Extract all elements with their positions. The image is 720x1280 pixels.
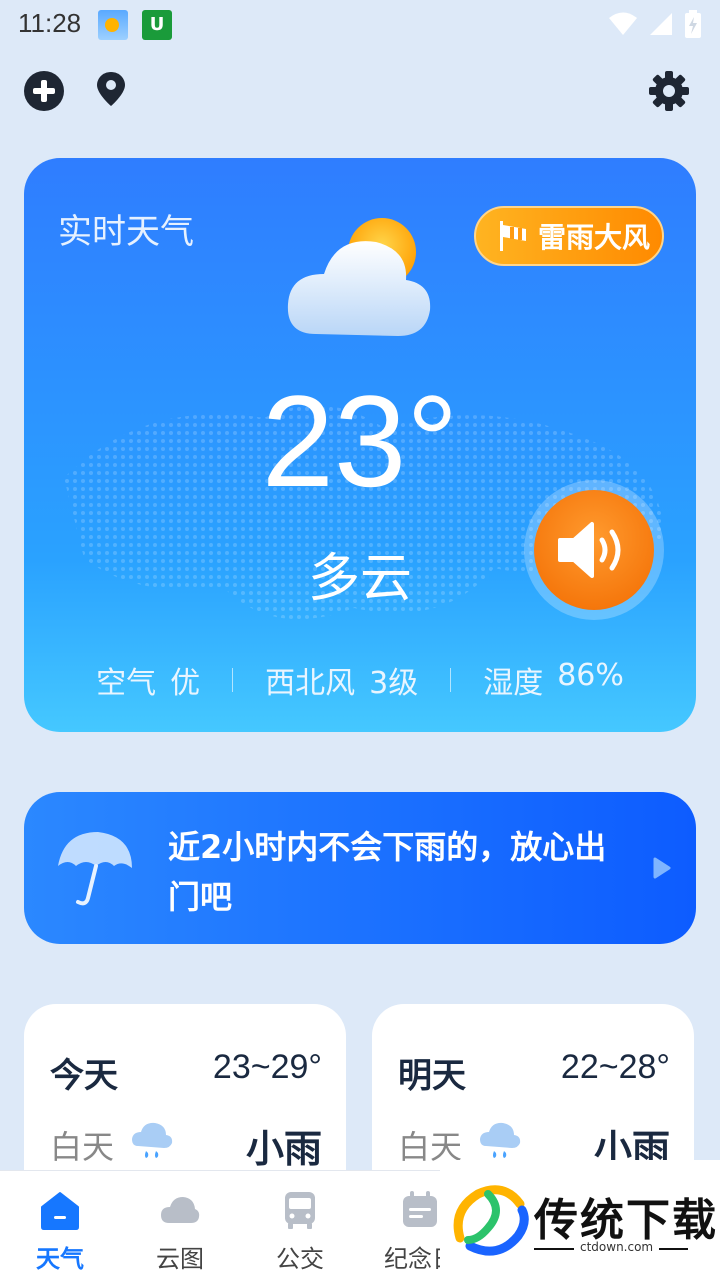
humidity-label: 湿度	[483, 666, 544, 701]
calendar-icon	[403, 1191, 437, 1227]
speaker-icon	[558, 522, 621, 578]
status-bar: 11:28 U	[0, 0, 720, 50]
gear-icon	[649, 71, 689, 111]
windsock-icon	[500, 221, 526, 251]
nav-label: 公交	[276, 1245, 324, 1273]
alert-label: 雷雨大风	[538, 221, 651, 254]
battery-icon	[685, 10, 701, 38]
status-time: 11:28	[18, 8, 82, 38]
watermark-brand: 传统下载	[534, 1195, 718, 1246]
light-rain-icon	[480, 1122, 521, 1158]
signal-icon	[650, 13, 672, 35]
wifi-icon	[609, 12, 637, 35]
day-name: 今天	[50, 1056, 118, 1096]
day-name: 明天	[398, 1056, 466, 1096]
humidity-value: 86%	[557, 658, 624, 693]
day-condition: 小雨	[245, 1127, 322, 1171]
air-quality-label: 空气	[96, 666, 157, 701]
brand-logo-icon	[453, 1185, 529, 1256]
nav-weather[interactable]: 天气	[0, 1171, 120, 1280]
weather-app-notification-icon	[98, 10, 128, 40]
add-city-button[interactable]	[23, 70, 65, 112]
location-button[interactable]	[90, 70, 132, 112]
temperature-range: 22~28°	[560, 1048, 670, 1086]
weather-stats-row: 空气 优 西北风 3级 湿度 86%	[24, 658, 696, 702]
watermark: 传统下载 ctdown.com	[440, 1160, 720, 1280]
house-icon	[41, 1192, 79, 1230]
input-method-icon: U	[142, 10, 172, 40]
settings-button[interactable]	[648, 70, 690, 112]
partly-cloudy-icon	[287, 218, 431, 336]
cloud-icon	[161, 1197, 200, 1223]
nav-bus[interactable]: 公交	[240, 1171, 360, 1280]
nav-label: 天气	[36, 1245, 84, 1273]
voice-broadcast-button[interactable]	[524, 480, 664, 620]
nav-label: 云图	[156, 1245, 204, 1273]
rain-forecast-banner[interactable]: 近2小时内不会下雨的，放心出门吧	[24, 792, 696, 944]
realtime-weather-title: 实时天气	[58, 212, 194, 252]
day-period: 白天	[50, 1128, 115, 1166]
wind-level: 3级	[369, 666, 419, 701]
plus-circle-icon	[24, 71, 64, 111]
umbrella-icon	[58, 832, 132, 906]
air-quality-stat: 空气 优	[96, 658, 200, 702]
status-indicators	[608, 10, 702, 38]
nav-cloud-map[interactable]: 云图	[120, 1171, 240, 1280]
divider	[450, 668, 452, 692]
wind-stat: 西北风 3级	[265, 658, 418, 702]
air-quality-value: 优	[170, 666, 201, 701]
humidity-stat: 湿度 86%	[483, 658, 624, 702]
location-pin-icon	[97, 72, 125, 106]
current-weather-card[interactable]: 实时天气 雷雨大风 23° 多云 空气 优 西北风 3级 湿度 86%	[24, 158, 696, 732]
temperature-range: 23~29°	[212, 1048, 322, 1086]
bus-icon	[285, 1192, 315, 1229]
light-rain-icon	[132, 1122, 173, 1158]
divider	[232, 668, 234, 692]
weather-alert-badge[interactable]: 雷雨大风	[474, 206, 664, 266]
wind-direction: 西北风	[265, 666, 356, 701]
rain-forecast-text: 近2小时内不会下雨的，放心出门吧	[168, 828, 607, 916]
watermark-url: ctdown.com	[574, 1240, 660, 1254]
play-arrow-icon	[653, 857, 671, 879]
